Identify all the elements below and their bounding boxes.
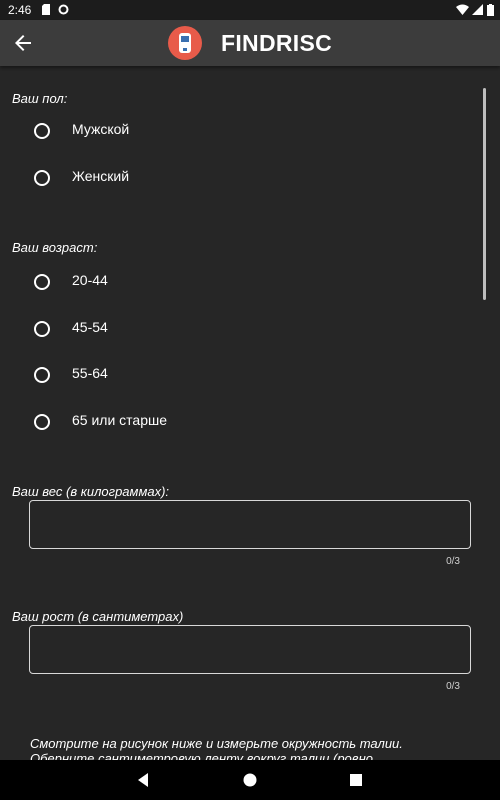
- height-label: Ваш рост (в сантиметрах): [12, 609, 184, 624]
- glucometer-icon: [168, 26, 202, 60]
- system-nav-bar: [0, 760, 500, 800]
- signal-icon: [472, 4, 483, 15]
- gender-label: Ваш пол:: [12, 91, 68, 106]
- radio-option-age-65-plus[interactable]: 65 или старше: [34, 411, 454, 435]
- radio-button[interactable]: [34, 367, 50, 383]
- radio-option-female[interactable]: Женский: [34, 167, 454, 191]
- arrow-back-icon[interactable]: [10, 31, 36, 55]
- wifi-icon: [456, 4, 469, 15]
- app-bar: FINDRISC: [0, 20, 500, 66]
- app-title: FINDRISC: [221, 30, 333, 56]
- age-label: Ваш возраст:: [12, 240, 98, 255]
- radio-button[interactable]: [34, 274, 50, 290]
- weight-char-counter: 0/3: [446, 556, 460, 567]
- height-char-counter: 0/3: [446, 681, 460, 692]
- height-input[interactable]: [29, 625, 471, 674]
- radio-button[interactable]: [34, 414, 50, 430]
- radio-label: 45-54: [72, 319, 108, 335]
- radio-option-age-55-64[interactable]: 55-64: [34, 364, 454, 388]
- radio-label: Мужской: [72, 121, 130, 137]
- status-time: 2:46: [8, 3, 32, 17]
- radio-button[interactable]: [34, 321, 50, 337]
- radio-option-age-45-54[interactable]: 45-54: [34, 318, 454, 342]
- radio-label: 65 или старше: [72, 412, 168, 428]
- radio-label: 55-64: [72, 365, 108, 381]
- radio-option-age-20-44[interactable]: 20-44: [34, 271, 454, 295]
- weight-label: Ваш вес (в килограммах):: [12, 484, 170, 499]
- form-content: Ваш пол: Мужской Женский Ваш возраст: 20…: [0, 66, 500, 760]
- waist-instructions: Смотрите на рисунок ниже и измерьте окру…: [30, 736, 403, 760]
- radio-option-male[interactable]: Мужской: [34, 120, 454, 144]
- status-bar: 2:46: [0, 0, 500, 20]
- sd-card-icon: [42, 4, 50, 15]
- square-recents-icon[interactable]: [347, 771, 365, 789]
- circle-home-icon[interactable]: [241, 771, 259, 789]
- radio-button[interactable]: [34, 123, 50, 139]
- weight-input[interactable]: [29, 500, 471, 549]
- scrollbar[interactable]: [483, 88, 486, 300]
- radio-label: 20-44: [72, 272, 108, 288]
- data-saver-icon: [58, 4, 69, 15]
- battery-icon: [487, 4, 494, 16]
- triangle-back-icon[interactable]: [134, 771, 152, 789]
- radio-button[interactable]: [34, 170, 50, 186]
- radio-label: Женский: [72, 168, 130, 184]
